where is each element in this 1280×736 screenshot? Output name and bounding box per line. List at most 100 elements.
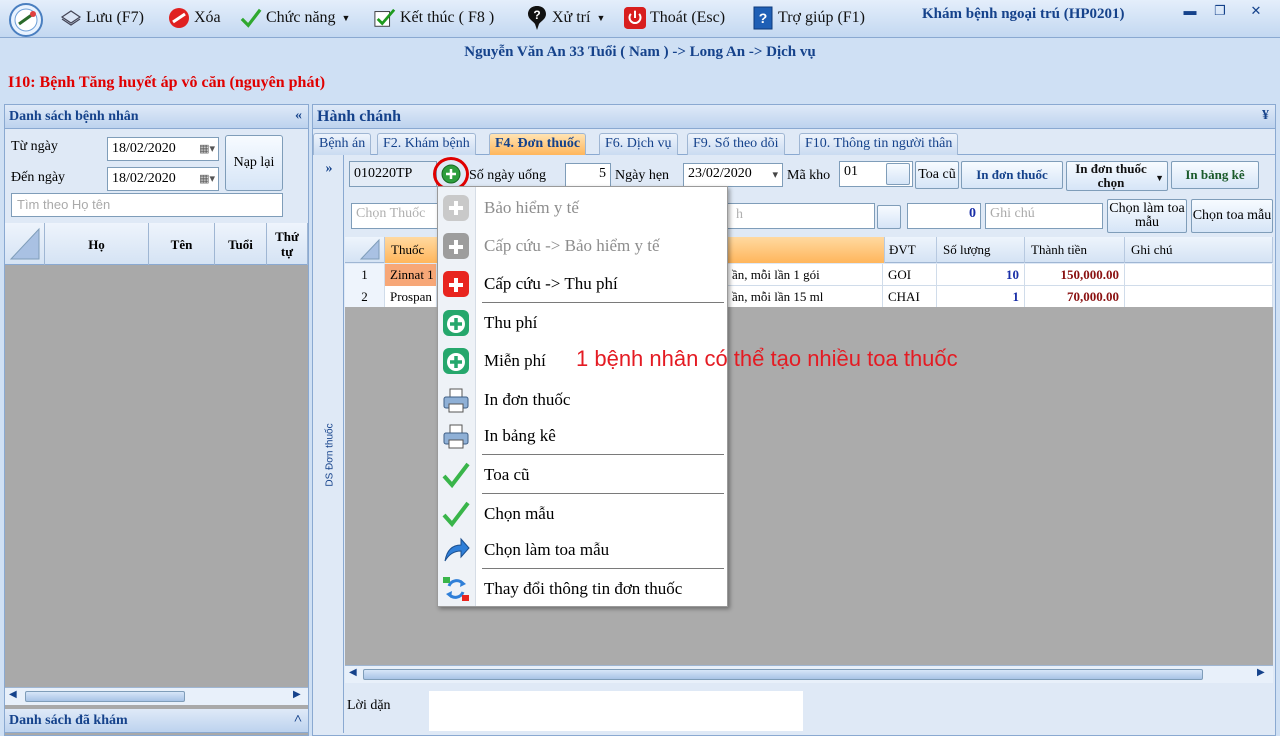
scroll-right-icon[interactable]: ▶ [1257,667,1265,678]
menu-item-insurance[interactable]: Bảo hiểm y tế [438,189,727,227]
name-search-input[interactable]: Tìm theo Họ tên [11,193,283,217]
admin-title: Hành chánh [317,108,402,125]
from-date-picker[interactable]: 18/02/2020 ▦▾ [107,137,219,161]
menu-item-label: Thu phí [484,313,538,332]
function-label: Chức năng [266,9,336,26]
prescription-list-strip[interactable]: » DS Đơn thuốc [314,155,344,733]
minimize-icon[interactable]: ▬ [1182,4,1198,18]
tab-relatives[interactable]: F10. Thông tin người thân [799,133,959,155]
close-icon[interactable]: ✕ [1248,4,1264,18]
examined-list-header[interactable]: Danh sách đã khám ˄ [5,709,308,733]
patient-info: Nguyễn Văn An 33 Tuổi ( Nam ) -> Long An… [464,44,816,60]
days-input[interactable]: 5 [565,163,611,187]
tab-examination[interactable]: F2. Khám bệnh [377,133,476,155]
power-icon [624,7,646,29]
col-age[interactable]: Tuổi [215,223,267,265]
col-quantity[interactable]: Số lượng [937,237,1025,263]
menu-item-make-template[interactable]: Chọn làm toa mẫu [438,531,727,569]
from-date-label: Từ ngày [11,139,58,154]
collapse-left-icon[interactable]: « [295,106,302,126]
warehouse-label: Mã kho [787,168,831,183]
expand-right-icon[interactable]: » [320,161,338,177]
tab-bar: Bệnh án F2. Khám bệnh F4. Đơn thuốc F6. … [313,131,1275,155]
patient-list-title: Danh sách bệnh nhân [9,109,139,124]
print-selected-label: In đơn thuốc chọn [1075,161,1147,190]
col-note[interactable]: Ghi chú [1125,237,1273,263]
advice-input[interactable] [429,691,803,731]
left-horizontal-scrollbar[interactable]: ◀ ▶ [5,687,308,705]
col-amount[interactable]: Thành tiền [1025,237,1125,263]
col-unit[interactable]: ĐVT [883,237,937,263]
col-first-name[interactable]: Tên [149,223,215,265]
grid-select-all[interactable] [345,237,385,263]
note-input[interactable]: Ghi chú [985,203,1103,229]
tab-prescription[interactable]: F4. Đơn thuốc [489,133,587,155]
grid-horizontal-scrollbar[interactable]: ◀ ▶ [345,665,1273,683]
print-selected-button[interactable]: In đơn thuốc chọn ▼ [1066,161,1168,191]
print-prescription-button[interactable]: In đơn thuốc [961,161,1063,189]
select-all-corner[interactable] [5,223,45,265]
from-date-value: 18/02/2020 [112,141,176,156]
chevron-down-icon[interactable]: ▾ [772,168,778,181]
delete-button[interactable]: Xóa [168,4,221,32]
handle-menu-button[interactable]: ? Xử trí ▼ [526,4,605,32]
save-button[interactable]: Lưu (F7) [60,4,144,32]
to-date-picker[interactable]: 18/02/2020 ▦▾ [107,167,219,191]
menu-item-change-info[interactable]: Thay đổi thông tin đơn thuốc [438,570,727,608]
drug-lookup-button[interactable] [877,205,901,229]
menu-item-old-prescription[interactable]: Toa cũ [438,456,727,494]
exit-button[interactable]: Thoát (Esc) [624,4,725,32]
emergency-insurance-icon [441,231,471,261]
old-prescription-button[interactable]: Toa cũ [915,161,959,189]
scroll-thumb[interactable] [25,691,185,702]
appointment-date-picker[interactable]: 23/02/2020 ▾ [683,163,783,187]
date-filters: Từ ngày 18/02/2020 ▦▾ Đến ngày 18/02/202… [5,129,308,223]
quantity-input[interactable]: 0 [907,203,981,229]
green-check-icon [441,499,471,529]
function-menu-button[interactable]: Chức năng ▼ [240,4,350,32]
help-label: Trợ giúp (F1) [778,9,865,26]
calendar-icon[interactable]: ▦▾ [199,172,215,185]
reload-button[interactable]: Nạp lại [225,135,283,191]
tab-services[interactable]: F6. Dịch vụ [599,133,678,155]
handle-label: Xử trí [552,9,591,26]
warehouse-lookup-button[interactable] [886,163,910,185]
diagnosis-text: I10: Bệnh Tăng huyết áp vô căn (nguyên p… [8,74,326,91]
help-button[interactable]: ? Trợ giúp (F1) [752,4,865,32]
drug-quantity: 10 [937,264,1025,286]
make-template-button[interactable]: Chọn làm toa mẫu [1107,199,1187,233]
calendar-icon[interactable]: ▦▾ [199,142,215,155]
menu-item-label: Cấp cứu -> Thu phí [484,274,618,293]
free-plus-icon [441,346,471,376]
scroll-thumb[interactable] [363,669,1203,680]
drug-search-tail: h [736,207,743,222]
menu-item-print-prescription[interactable]: In đơn thuốc [438,381,727,419]
menu-item-label: Chọn làm toa mẫu [484,540,610,559]
chevron-down-icon: ▼ [596,13,606,23]
appointment-date-value: 23/02/2020 [688,166,752,181]
scroll-left-icon[interactable]: ◀ [9,689,17,700]
to-date-label: Đến ngày [11,170,66,185]
tab-medical-record[interactable]: Bệnh án [313,133,372,155]
collapse-down-icon[interactable]: ¥ [1262,106,1269,126]
print-bill-button[interactable]: In bảng kê [1171,161,1259,189]
col-order[interactable]: Thứ tự [267,223,308,265]
help-icon: ? [752,6,774,30]
menu-item-emergency-insurance[interactable]: Cấp cứu -> Bảo hiểm y tế [438,227,727,265]
drug-usage: ần, mỗi lần 15 ml [727,286,883,308]
menu-item-emergency-fee[interactable]: Cấp cứu -> Thu phí [438,265,727,303]
menu-item-label: Cấp cứu -> Bảo hiểm y tế [484,236,660,255]
drug-note [1125,264,1273,286]
menu-item-print-bill[interactable]: In bảng kê [438,417,727,455]
col-last-name[interactable]: Họ [45,223,149,265]
finish-button[interactable]: Kết thúc ( F8 ) [374,4,494,32]
scroll-right-icon[interactable]: ▶ [293,689,301,700]
scroll-left-icon[interactable]: ◀ [349,667,357,678]
menu-item-fee[interactable]: Thu phí [438,304,727,342]
restore-icon[interactable]: ❐ [1212,4,1228,18]
expand-up-icon[interactable]: ˄ [294,710,302,730]
menu-item-choose-template[interactable]: Chọn mẫu [438,495,727,533]
prescription-code-field[interactable]: 010220TP [349,161,437,187]
tab-tracking[interactable]: F9. Sổ theo dõi [687,133,785,155]
choose-template-button[interactable]: Chọn toa mẫu [1191,199,1273,233]
